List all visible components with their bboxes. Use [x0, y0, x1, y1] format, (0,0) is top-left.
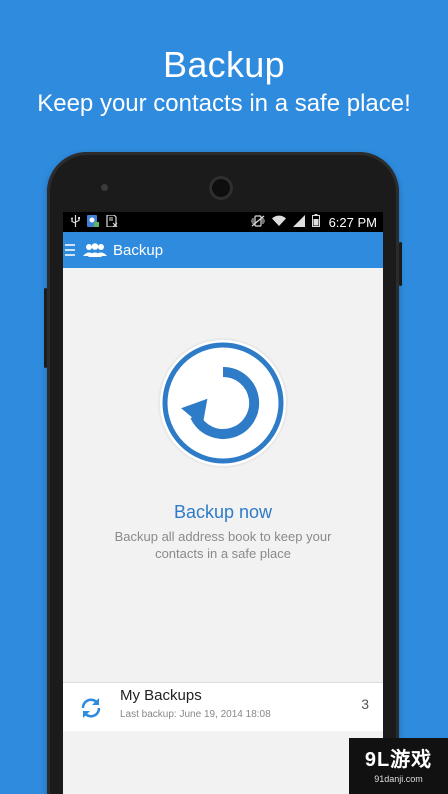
- contacts-icon: [83, 243, 107, 257]
- app-title: Backup: [113, 241, 164, 259]
- phone-screen: 6:27 PM Backup Backup now Backup all add…: [63, 212, 383, 794]
- phone-frame: 6:27 PM Backup Backup now Backup all add…: [44, 152, 402, 794]
- backup-now-label[interactable]: Backup now: [63, 502, 383, 523]
- sd-card-icon: [106, 213, 118, 230]
- watermark-logo: 9L游戏 91danji.com: [349, 738, 448, 794]
- vibrate-icon: [250, 214, 266, 230]
- usb-icon: [71, 214, 80, 230]
- promo-title: Backup: [163, 44, 285, 85]
- menu-icon[interactable]: [65, 244, 75, 256]
- sync-icon: [79, 696, 103, 725]
- my-backups-title: My Backups: [120, 687, 202, 704]
- status-time: 6:27 PM: [328, 214, 377, 230]
- backup-count: 3: [361, 696, 369, 712]
- backup-restore-icon: [162, 342, 284, 464]
- app-notification-icon: [87, 214, 99, 230]
- backup-now-button[interactable]: [160, 340, 286, 466]
- backup-panel: Backup now Backup all address book to ke…: [63, 268, 383, 682]
- promo-subtitle: Keep your contacts in a safe place!: [37, 90, 411, 117]
- empty-area: [63, 731, 383, 794]
- signal-icon: [292, 214, 305, 230]
- last-backup-text: Last backup: June 19, 2014 18:08: [120, 709, 271, 720]
- proximity-sensor: [101, 184, 108, 191]
- backup-description: Backup all address book to keep your con…: [114, 529, 332, 561]
- watermark-url: 91danji.com: [374, 774, 423, 784]
- front-camera: [209, 176, 233, 200]
- wifi-icon: [271, 215, 286, 230]
- watermark-brand: 9L游戏: [364, 749, 433, 771]
- battery-icon: [311, 214, 320, 230]
- volume-button: [399, 242, 402, 286]
- app-bar: Backup: [63, 232, 383, 268]
- status-bar: 6:27 PM: [63, 212, 383, 232]
- power-button: [44, 288, 47, 368]
- my-backups-row[interactable]: My Backups Last backup: June 19, 2014 18…: [63, 683, 383, 731]
